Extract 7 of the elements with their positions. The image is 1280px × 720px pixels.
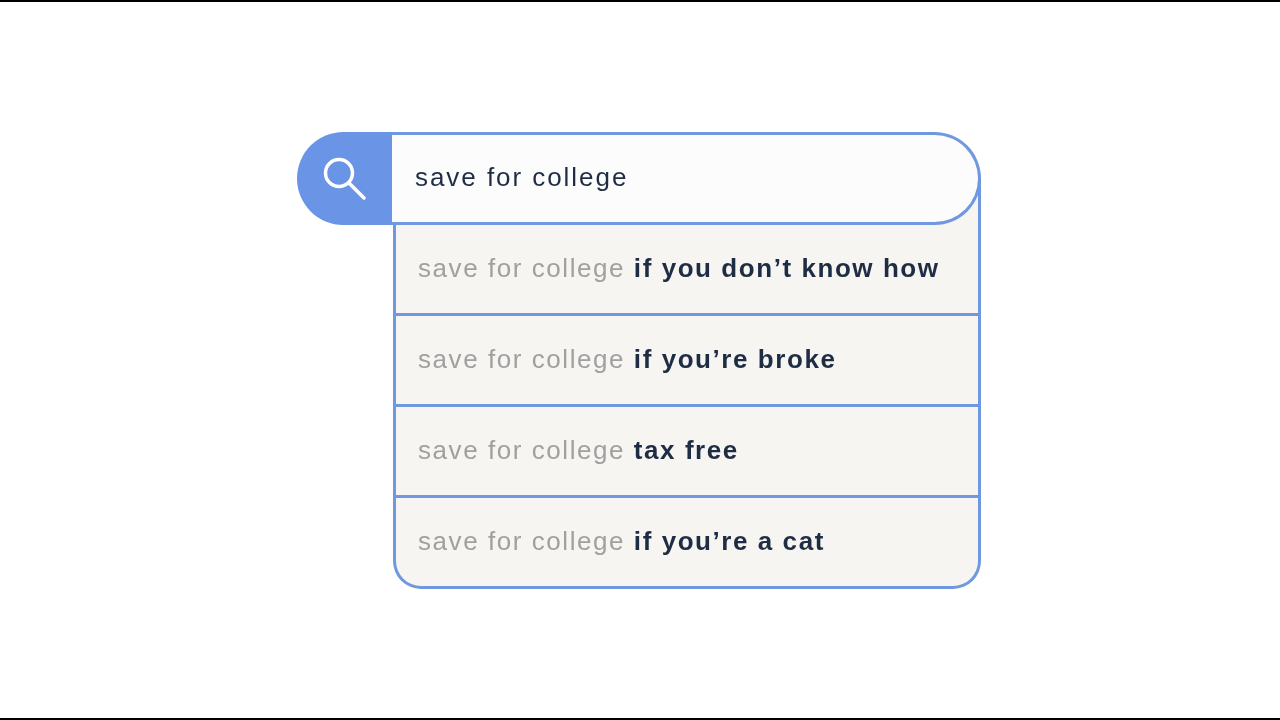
suggestion-item[interactable]: save for college if you don’t know how — [396, 224, 978, 313]
search-button[interactable] — [297, 131, 392, 225]
suggestion-item[interactable]: save for college if you’re a cat — [396, 494, 978, 586]
suggestion-item[interactable]: save for college tax free — [396, 403, 978, 495]
search-icon — [321, 155, 367, 201]
search-field[interactable]: save for college — [392, 131, 981, 225]
suggestion-item[interactable]: save for college if you’re broke — [396, 312, 978, 404]
